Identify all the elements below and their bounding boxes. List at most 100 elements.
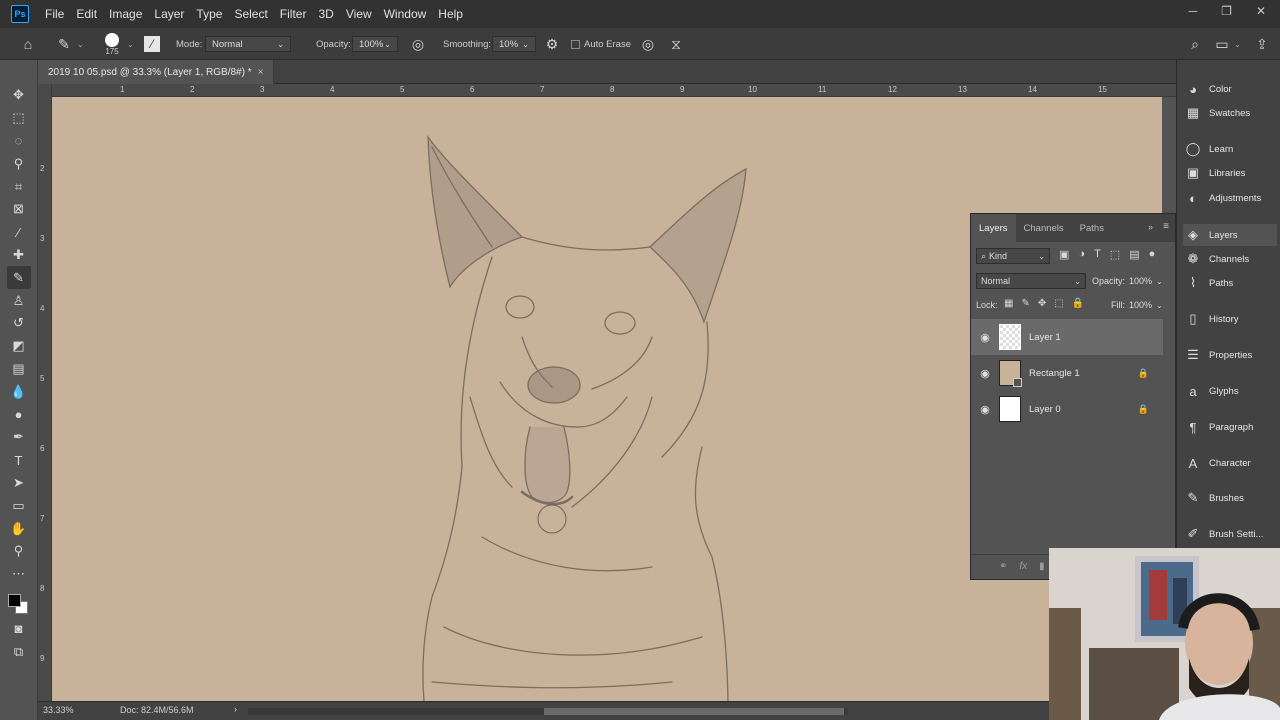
layer-name[interactable]: Layer 1: [1029, 332, 1061, 343]
menu-filter[interactable]: Filter: [280, 7, 307, 21]
menu-help[interactable]: Help: [438, 7, 463, 21]
color-swatches[interactable]: [6, 588, 32, 618]
status-menu-arrow[interactable]: ›: [234, 704, 237, 714]
gear-icon[interactable]: ⚙: [543, 28, 561, 60]
crop-tool-icon[interactable]: ⌗: [7, 175, 31, 198]
menu-3d[interactable]: 3D: [318, 7, 333, 21]
scrollbar-thumb[interactable]: [544, 708, 844, 715]
dock-layers[interactable]: ◈ Layers: [1183, 224, 1277, 246]
zoom-tool-icon[interactable]: ⚲: [7, 540, 31, 563]
dodge-tool-icon[interactable]: ●: [7, 403, 31, 426]
frame-tool-icon[interactable]: ⊠: [7, 198, 31, 221]
healing-brush-tool-icon[interactable]: ✚: [7, 244, 31, 267]
layer-row-layer-0[interactable]: ◉ Layer 0 🔒: [971, 391, 1163, 427]
layer-name[interactable]: Layer 0: [1029, 404, 1061, 415]
auto-erase-toggle[interactable]: Auto Erase: [571, 28, 631, 60]
quick-selection-tool-icon[interactable]: ⚲: [7, 152, 31, 175]
visibility-eye-icon[interactable]: ◉: [971, 367, 999, 380]
type-tool-icon[interactable]: T: [7, 449, 31, 472]
visibility-eye-icon[interactable]: ◉: [971, 403, 999, 416]
pencil-tool-icon[interactable]: ✎: [6, 266, 31, 290]
pen-tool-icon[interactable]: ✒: [7, 426, 31, 449]
minimize-icon[interactable]: ─: [1189, 4, 1198, 18]
pressure-opacity-icon[interactable]: ◎: [408, 28, 428, 60]
dock-adjustments[interactable]: ◐ Adjustments: [1183, 187, 1277, 209]
filter-smart-object-icon[interactable]: ▤: [1129, 248, 1139, 261]
clone-stamp-tool-icon[interactable]: ♙: [7, 289, 31, 312]
marquee-tool-icon[interactable]: ⬚: [7, 107, 31, 130]
document-tab[interactable]: 2019 10 05.psd @ 33.3% (Layer 1, RGB/8#)…: [38, 60, 275, 84]
fx-icon[interactable]: fx: [1019, 561, 1027, 572]
blend-mode-select[interactable]: Normal ⌄: [976, 273, 1086, 289]
dock-character[interactable]: A Character: [1183, 452, 1277, 474]
tab-layers[interactable]: Layers: [971, 214, 1016, 242]
top-ruler[interactable]: 1 2 3 4 5 6 7 8 9 10 11 12 13 14 15: [52, 84, 1176, 97]
filter-kind-select[interactable]: ⌕ Kind ⌄: [976, 248, 1050, 264]
layer-opacity-input[interactable]: 100% ⌄: [1129, 273, 1169, 289]
menu-image[interactable]: Image: [109, 7, 142, 21]
lock-position-icon[interactable]: ✥: [1038, 298, 1046, 309]
hand-tool-icon[interactable]: ✋: [7, 517, 31, 540]
filter-pixel-icon[interactable]: ▣: [1059, 248, 1069, 261]
mode-select[interactable]: Normal ⌄: [205, 36, 291, 52]
dock-swatches[interactable]: ▦ Swatches: [1183, 102, 1277, 124]
dock-paragraph[interactable]: ¶ Paragraph: [1183, 416, 1277, 438]
visibility-eye-icon[interactable]: ◉: [971, 331, 999, 344]
menu-window[interactable]: Window: [384, 7, 427, 21]
opacity-input[interactable]: 100% ⌄: [352, 36, 398, 52]
menu-edit[interactable]: Edit: [76, 7, 97, 21]
eyedropper-tool-icon[interactable]: ⁄: [7, 221, 31, 244]
share-icon[interactable]: ⇪: [1252, 28, 1272, 60]
dock-glyphs[interactable]: a Glyphs: [1183, 380, 1277, 402]
tab-paths[interactable]: Paths: [1072, 214, 1112, 242]
smoothing-input[interactable]: 10% ⌄: [492, 36, 536, 52]
add-mask-icon[interactable]: ▮: [1039, 561, 1045, 572]
chevron-down-icon[interactable]: ⌄: [1234, 28, 1241, 60]
left-ruler[interactable]: 2 3 4 5 6 7 8 9: [38, 84, 52, 701]
lock-image-icon[interactable]: ✎: [1021, 298, 1029, 309]
layer-row-rectangle-1[interactable]: ◉ Rectangle 1 🔒: [971, 355, 1163, 391]
restore-icon[interactable]: ❐: [1221, 4, 1232, 18]
collapse-panel-icon[interactable]: »: [1148, 222, 1153, 232]
layer-name[interactable]: Rectangle 1: [1029, 368, 1080, 379]
blur-tool-icon[interactable]: 💧: [7, 380, 31, 403]
menu-file[interactable]: File: [45, 7, 64, 21]
layer-row-layer-1[interactable]: ◉ Layer 1: [971, 319, 1163, 355]
dock-libraries[interactable]: ▣ Libraries: [1183, 162, 1277, 184]
screen-mode-icon[interactable]: ⧉: [7, 640, 31, 663]
brush-size-picker[interactable]: 175: [100, 28, 124, 60]
menu-layer[interactable]: Layer: [154, 7, 184, 21]
pressure-size-icon[interactable]: ◎: [638, 28, 658, 60]
link-layers-icon[interactable]: ⚭: [999, 561, 1007, 572]
chevron-down-icon[interactable]: ⌄: [77, 28, 84, 60]
horizontal-scrollbar[interactable]: [248, 708, 848, 715]
dock-brush-settings[interactable]: ✐ Brush Setti...: [1183, 523, 1277, 545]
dock-paths[interactable]: ⌇ Paths: [1183, 272, 1277, 294]
chevron-down-icon[interactable]: ⌄: [127, 28, 134, 60]
auto-erase-checkbox[interactable]: [571, 39, 580, 49]
lock-transparent-icon[interactable]: ▦: [1004, 298, 1013, 309]
foreground-color-swatch[interactable]: [7, 593, 21, 607]
more-tools-icon[interactable]: ⋯: [7, 563, 31, 586]
filter-adjustment-icon[interactable]: ◑: [1078, 248, 1085, 261]
pencil-preset-icon[interactable]: ✎: [54, 28, 74, 60]
close-icon[interactable]: ✕: [1256, 4, 1266, 18]
fill-input[interactable]: 100% ⌄: [1129, 297, 1169, 313]
gradient-tool-icon[interactable]: ▤: [7, 358, 31, 381]
brush-panel-toggle[interactable]: ⁄: [144, 28, 160, 60]
symmetry-icon[interactable]: ⧖: [666, 28, 686, 60]
menu-type[interactable]: Type: [196, 7, 222, 21]
dock-color[interactable]: ◕ Color: [1183, 78, 1277, 100]
home-icon[interactable]: ⌂: [18, 28, 38, 60]
dock-brushes[interactable]: ✎ Brushes: [1183, 487, 1277, 509]
dock-history[interactable]: ▯ History: [1183, 308, 1277, 330]
filter-type-icon[interactable]: T: [1094, 248, 1101, 261]
dock-learn[interactable]: ◯ Learn: [1183, 138, 1277, 160]
zoom-level[interactable]: 33.33%: [43, 705, 74, 715]
eraser-tool-icon[interactable]: ◩: [7, 335, 31, 358]
filter-shape-icon[interactable]: ⬚: [1110, 248, 1120, 261]
tab-channels[interactable]: Channels: [1016, 214, 1072, 242]
workspace-icon[interactable]: ▭: [1212, 28, 1232, 60]
lasso-tool-icon[interactable]: ◌: [7, 130, 31, 153]
menu-select[interactable]: Select: [234, 7, 267, 21]
